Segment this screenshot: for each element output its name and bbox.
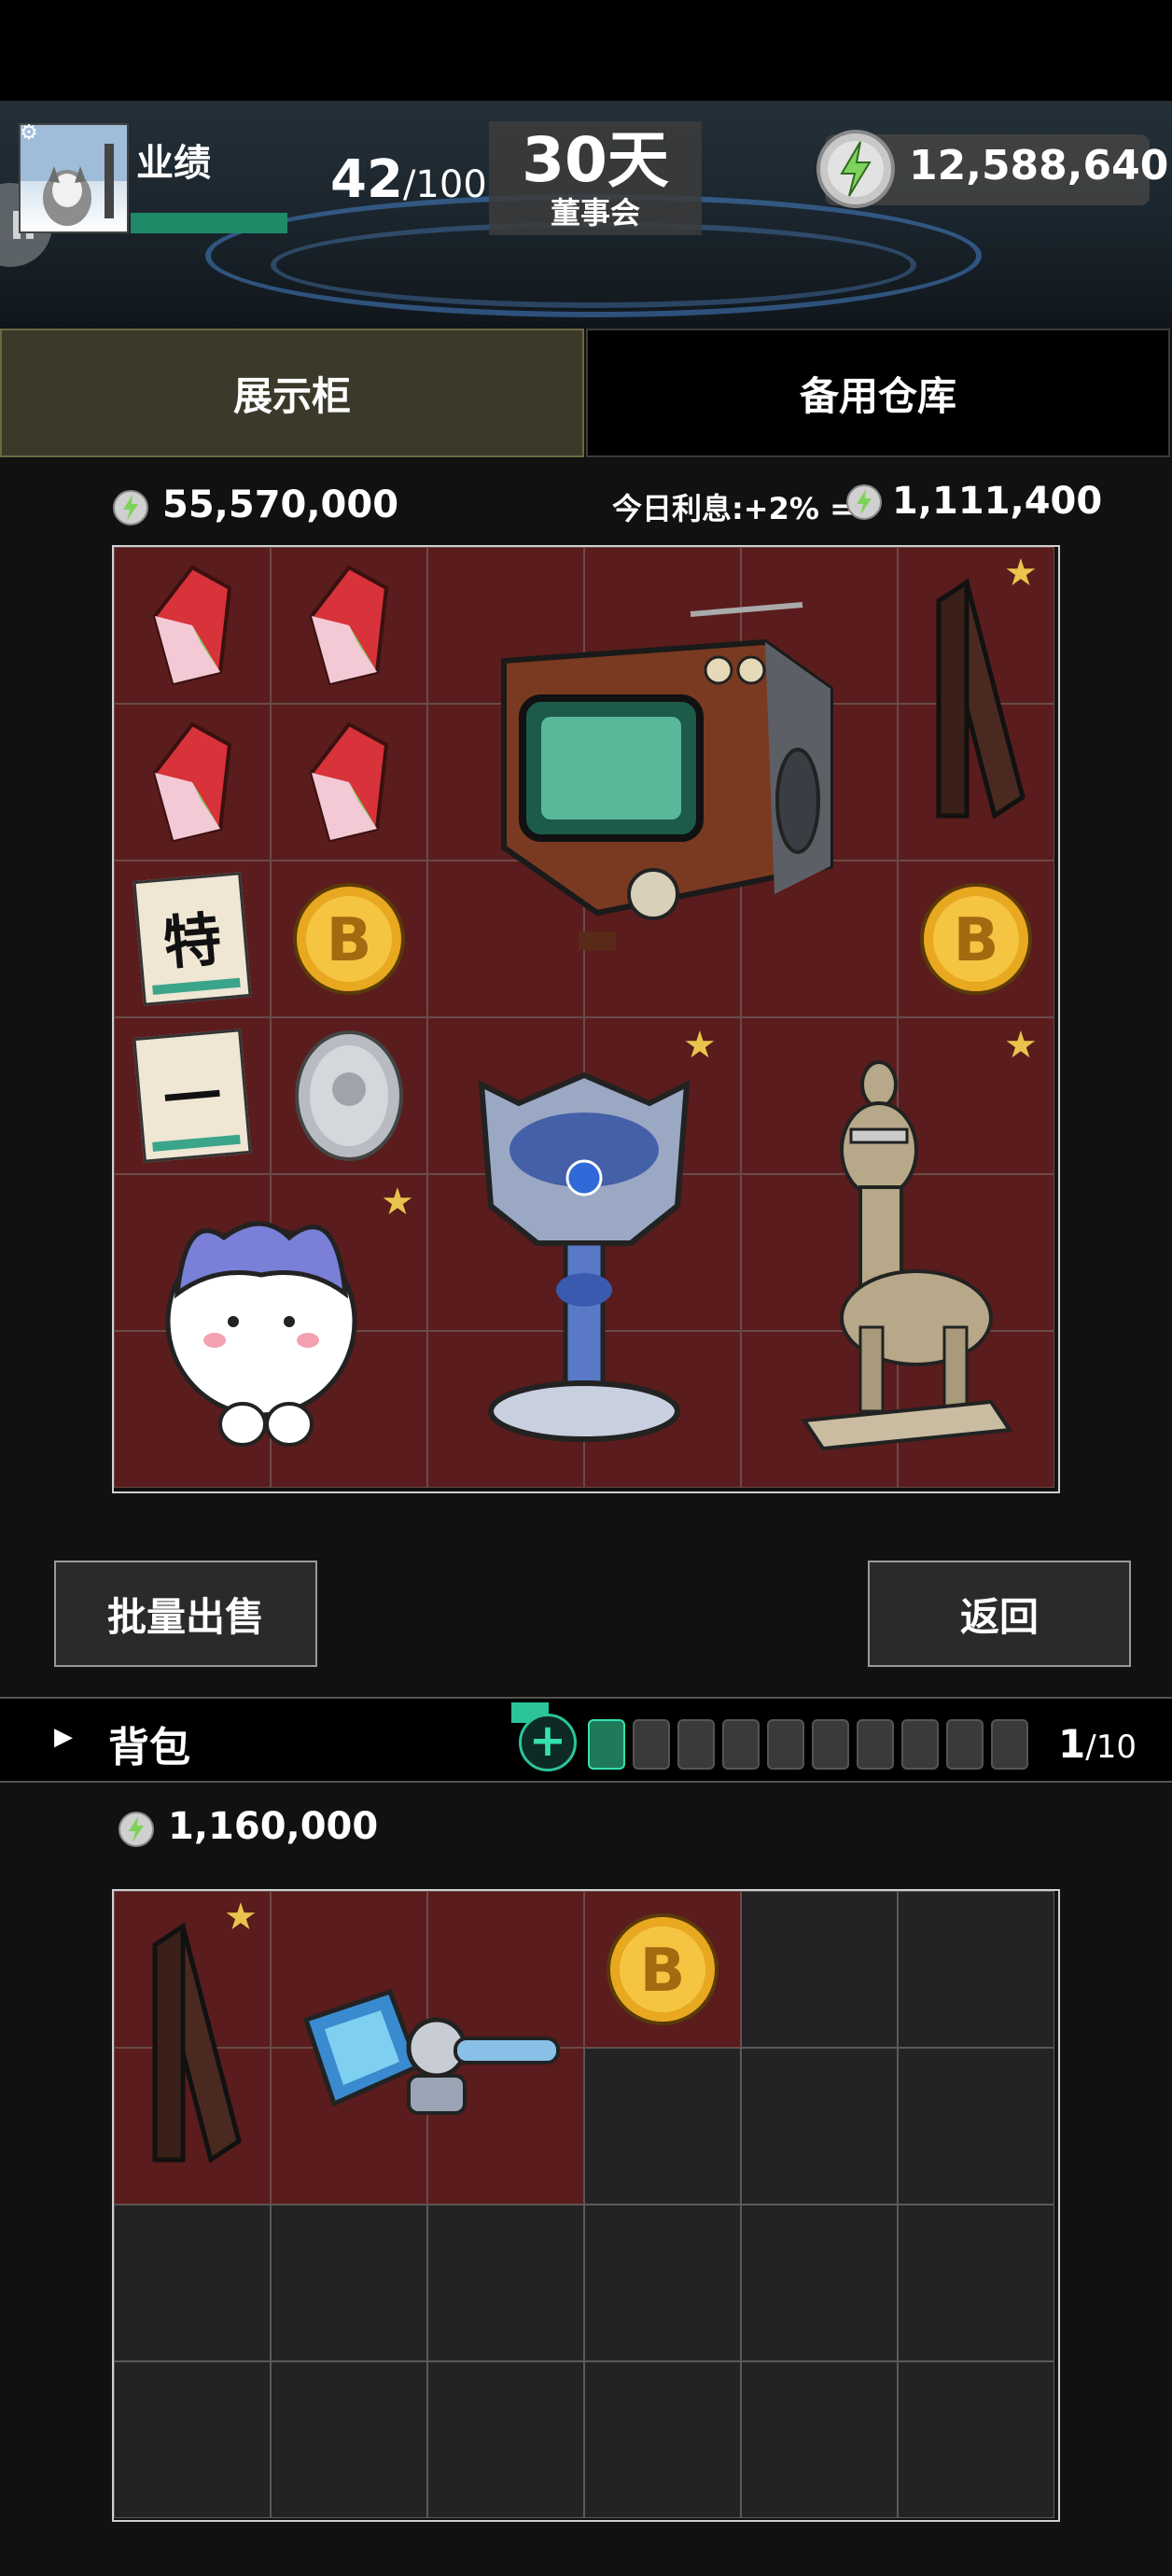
retro-tv-icon xyxy=(501,602,833,950)
grid-slot[interactable] xyxy=(898,2048,1054,2205)
svg-text:B: B xyxy=(327,906,372,975)
performance-progress-bar xyxy=(131,213,287,233)
crystal-shard-icon xyxy=(152,565,232,686)
performance-current: 42 xyxy=(330,149,403,210)
silver-coin-icon xyxy=(295,1030,403,1161)
star-icon: ★ xyxy=(1004,552,1038,595)
gold-bitcoin-item[interactable]: B xyxy=(271,861,427,1017)
gold-bitcoin-item[interactable]: B xyxy=(584,1891,741,2048)
lottery-ticket-first-label: 一 xyxy=(160,1061,225,1135)
grid-slot[interactable] xyxy=(114,2205,271,2361)
crystal-shard-item[interactable] xyxy=(114,547,271,704)
robot-arm-icon xyxy=(302,1988,560,2115)
interest-value: 1,111,400 xyxy=(892,480,1103,523)
energy-coin-icon xyxy=(816,130,895,208)
retro-tv-item[interactable] xyxy=(427,547,898,1017)
grid-slot[interactable] xyxy=(427,2205,584,2361)
interest-coin-icon xyxy=(846,484,882,520)
battery-icon xyxy=(633,1719,670,1770)
lottery-ticket-first-item[interactable]: 一 xyxy=(114,1017,271,1174)
gold-bitcoin-icon: B xyxy=(607,1913,719,2025)
battery-icon xyxy=(767,1719,804,1770)
crystal-shard-item[interactable] xyxy=(114,704,271,861)
cat-plush-icon xyxy=(165,1221,357,1447)
crystal-shard-icon xyxy=(309,565,389,686)
backpack-capacity: 1/10 xyxy=(1058,1721,1137,1767)
gold-bitcoin-icon: B xyxy=(920,883,1032,995)
battery-icon xyxy=(991,1719,1028,1770)
performance-count: 42/100 xyxy=(330,149,487,210)
status-bar xyxy=(0,0,1172,101)
performance-max: /100 xyxy=(402,163,487,206)
crystal-shard-item[interactable] xyxy=(271,704,427,861)
grid-slot[interactable] xyxy=(741,1891,898,2048)
showcase-coin-icon xyxy=(113,490,148,525)
days-remaining: 30天 xyxy=(522,124,669,196)
star-icon: ★ xyxy=(224,1896,258,1939)
showcase-grid: ★ 特 B B 一 ★ ★ ★ xyxy=(112,545,1060,1493)
crystal-shard-icon xyxy=(309,721,389,843)
backpack-coin-icon xyxy=(119,1812,154,1847)
battery-icon xyxy=(722,1719,760,1770)
battery-icon xyxy=(677,1719,715,1770)
grid-slot[interactable] xyxy=(741,2205,898,2361)
interest-label: 今日利息:+2% = xyxy=(612,491,855,526)
alpaca-statue-item[interactable] xyxy=(741,1017,1054,1488)
gold-bitcoin-icon: B xyxy=(293,883,405,995)
wooden-plank-icon xyxy=(936,578,1026,820)
wooden-plank-icon xyxy=(152,1922,242,2164)
grid-slot[interactable] xyxy=(898,2361,1054,2518)
battery-icon xyxy=(901,1719,939,1770)
silver-coin-item[interactable] xyxy=(271,1017,427,1174)
grid-slot[interactable] xyxy=(271,2361,427,2518)
star-icon: ★ xyxy=(683,1024,717,1067)
grid-slot[interactable] xyxy=(898,1891,1054,2048)
tab-showcase[interactable]: 展示柜 xyxy=(0,329,584,457)
grid-slot[interactable] xyxy=(114,2361,271,2518)
grid-slot[interactable] xyxy=(741,2048,898,2205)
grid-slot[interactable] xyxy=(584,2048,741,2205)
total-money: 12,588,640 xyxy=(909,142,1169,189)
add-capacity-button[interactable]: + xyxy=(519,1714,577,1771)
board-meeting-label: 董事会 xyxy=(550,195,640,231)
settings-gear-icon[interactable]: ⚙ xyxy=(17,121,41,146)
gold-bitcoin-item[interactable]: B xyxy=(898,861,1054,1017)
robot-arm-item[interactable] xyxy=(271,1891,584,2205)
grid-slot[interactable] xyxy=(741,2361,898,2518)
star-icon: ★ xyxy=(381,1181,414,1224)
performance-label: 业绩 xyxy=(136,142,211,185)
capacity-max: /10 xyxy=(1085,1729,1137,1766)
backpack-total-value: 1,160,000 xyxy=(168,1805,379,1848)
svg-text:B: B xyxy=(640,1937,686,2006)
bulk-sell-button[interactable]: 批量出售 xyxy=(54,1561,317,1667)
crystal-shard-icon xyxy=(152,721,232,843)
grid-slot[interactable] xyxy=(584,2205,741,2361)
grid-slot[interactable] xyxy=(271,2205,427,2361)
lottery-ticket-special-label: 特 xyxy=(160,904,225,978)
backpack-label: 背包 xyxy=(108,1724,190,1771)
alpaca-statue-icon xyxy=(801,1060,1013,1451)
tab-backup-warehouse[interactable]: 备用仓库 xyxy=(586,329,1170,457)
battery-icon xyxy=(946,1719,984,1770)
grid-slot[interactable] xyxy=(898,2205,1054,2361)
lottery-ticket-special-item[interactable]: 特 xyxy=(114,861,271,1017)
grid-slot[interactable] xyxy=(427,2361,584,2518)
crystal-shard-item[interactable] xyxy=(271,547,427,704)
star-icon: ★ xyxy=(1004,1024,1038,1067)
trophy-cup-icon xyxy=(478,1071,691,1442)
trophy-cup-item[interactable] xyxy=(427,1017,741,1488)
expand-arrow-icon[interactable]: ▶ xyxy=(54,1723,73,1751)
battery-icon xyxy=(857,1719,894,1770)
battery-icon xyxy=(812,1719,849,1770)
days-remaining-box: 30天 董事会 xyxy=(489,121,702,235)
back-button[interactable]: 返回 xyxy=(868,1561,1131,1667)
showcase-total-value: 55,570,000 xyxy=(162,483,399,526)
battery-icon xyxy=(588,1719,625,1770)
grid-slot[interactable] xyxy=(584,2361,741,2518)
svg-text:B: B xyxy=(954,906,999,975)
capacity-used: 1 xyxy=(1058,1721,1086,1767)
backpack-grid: ★ B xyxy=(112,1889,1060,2522)
